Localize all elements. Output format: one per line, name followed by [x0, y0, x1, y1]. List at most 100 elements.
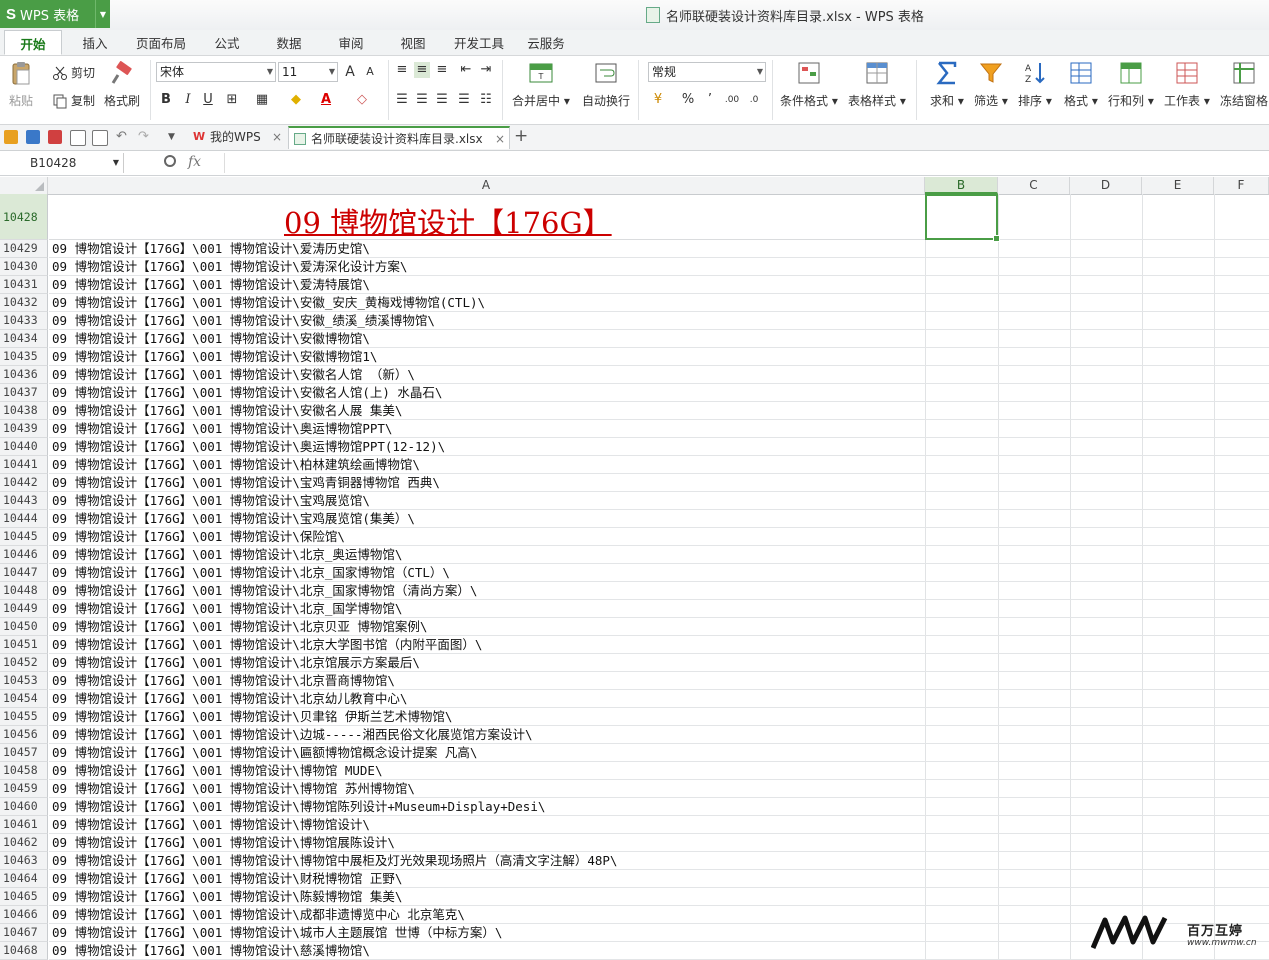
- tab-spreadsheet-document[interactable]: 名师联硬装设计资料库目录.xlsx ×: [288, 126, 510, 149]
- print-icon[interactable]: [70, 130, 86, 146]
- decrease-indent-icon[interactable]: ⇤: [458, 62, 474, 78]
- clear-format-icon[interactable]: ◇: [354, 92, 370, 108]
- table-row-cell-a[interactable]: 09 博物馆设计【176G】\001 博物馆设计\城市人主题展馆 世博（中标方案…: [49, 924, 925, 942]
- row-header[interactable]: 10431: [0, 276, 48, 294]
- row-header[interactable]: 10465: [0, 888, 48, 906]
- row-header[interactable]: 10446: [0, 546, 48, 564]
- redo-icon[interactable]: ↷: [138, 130, 152, 144]
- bold-button[interactable]: B: [158, 92, 174, 108]
- table-row-cell-a[interactable]: 09 博物馆设计【176G】\001 博物馆设计\博物馆陈列设计+Museum+…: [49, 798, 925, 816]
- table-row-cell-a[interactable]: 09 博物馆设计【176G】\001 博物馆设计\宝鸡展览馆\: [49, 492, 925, 510]
- save-icon[interactable]: [26, 130, 40, 144]
- table-row-cell-a[interactable]: 09 博物馆设计【176G】\001 博物馆设计\柏林建筑绘画博物馆\: [49, 456, 925, 474]
- table-row-cell-a[interactable]: 09 博物馆设计【176G】\001 博物馆设计\安徽博物馆\: [49, 330, 925, 348]
- row-header[interactable]: 10439: [0, 420, 48, 438]
- title-cell[interactable]: 09 博物馆设计【176G】: [49, 194, 925, 240]
- table-row-cell-a[interactable]: 09 博物馆设计【176G】\001 博物馆设计\奥运博物馆PPT\: [49, 420, 925, 438]
- row-header[interactable]: 10441: [0, 456, 48, 474]
- align-bottom-icon[interactable]: ≡: [434, 62, 450, 78]
- increase-font-icon[interactable]: A: [342, 64, 358, 80]
- table-row-cell-a[interactable]: 09 博物馆设计【176G】\001 博物馆设计\安徽_安庆_黄梅戏博物馆(CT…: [49, 294, 925, 312]
- copy-button[interactable]: 复制: [52, 92, 95, 109]
- align-right-icon[interactable]: ☰: [434, 92, 450, 108]
- format-painter-button[interactable]: 格式刷: [104, 60, 140, 109]
- conditional-format-button[interactable]: 条件格式 ▾: [780, 60, 838, 109]
- row-header[interactable]: 10467: [0, 924, 48, 942]
- new-tab-button[interactable]: +: [514, 126, 528, 146]
- increase-indent-icon[interactable]: ⇥: [478, 62, 494, 78]
- underline-button[interactable]: U: [200, 92, 216, 108]
- row-header[interactable]: 10459: [0, 780, 48, 798]
- align-left-icon[interactable]: ☰: [394, 92, 410, 108]
- chevron-down-icon[interactable]: ▼: [168, 130, 182, 144]
- row-header[interactable]: 10448: [0, 582, 48, 600]
- tab-view[interactable]: 视图: [390, 30, 436, 55]
- row-header[interactable]: 10438: [0, 402, 48, 420]
- table-row-cell-a[interactable]: 09 博物馆设计【176G】\001 博物馆设计\安徽名人馆(上) 水晶石\: [49, 384, 925, 402]
- worksheet-button[interactable]: 工作表 ▾: [1164, 60, 1210, 109]
- table-row-cell-a[interactable]: 09 博物馆设计【176G】\001 博物馆设计\边城-----湘西民俗文化展览…: [49, 726, 925, 744]
- undo-icon[interactable]: ↶: [116, 130, 130, 144]
- align-top-icon[interactable]: ≡: [394, 62, 410, 78]
- table-row-cell-a[interactable]: 09 博物馆设计【176G】\001 博物馆设计\博物馆中展柜及灯光效果现场照片…: [49, 852, 925, 870]
- row-header[interactable]: 10454: [0, 690, 48, 708]
- formula-input[interactable]: [224, 153, 1269, 173]
- currency-icon[interactable]: ¥: [650, 92, 666, 108]
- distributed-align-icon[interactable]: ☷: [478, 92, 494, 108]
- table-row-cell-a[interactable]: 09 博物馆设计【176G】\001 博物馆设计\北京贝亚 博物馆案例\: [49, 618, 925, 636]
- row-header[interactable]: 10437: [0, 384, 48, 402]
- row-header[interactable]: 10444: [0, 510, 48, 528]
- table-row-cell-a[interactable]: 09 博物馆设计【176G】\001 博物馆设计\北京_国学博物馆\: [49, 600, 925, 618]
- table-row-cell-a[interactable]: 09 博物馆设计【176G】\001 博物馆设计\宝鸡展览馆(集美）\: [49, 510, 925, 528]
- row-header[interactable]: 10466: [0, 906, 48, 924]
- table-row-cell-a[interactable]: 09 博物馆设计【176G】\001 博物馆设计\北京_奥运博物馆\: [49, 546, 925, 564]
- table-row-cell-a[interactable]: 09 博物馆设计【176G】\001 博物馆设计\爱涛特展馆\: [49, 276, 925, 294]
- row-header[interactable]: 10449: [0, 600, 48, 618]
- column-header-e[interactable]: E: [1142, 177, 1214, 194]
- table-row-cell-a[interactable]: 09 博物馆设计【176G】\001 博物馆设计\安徽名人馆 （新）\: [49, 366, 925, 384]
- row-header[interactable]: 10451: [0, 636, 48, 654]
- wrap-text-button[interactable]: 自动换行: [582, 60, 630, 109]
- tab-review[interactable]: 审阅: [328, 30, 374, 55]
- fill-pattern-icon[interactable]: ▦: [254, 92, 270, 108]
- decrease-decimal-icon[interactable]: .0: [746, 92, 762, 108]
- cut-button[interactable]: 剪切: [52, 64, 95, 81]
- tab-home[interactable]: 开始: [4, 30, 62, 55]
- comma-style-button[interactable]: ’: [702, 92, 718, 108]
- column-header-a[interactable]: A: [48, 177, 925, 194]
- name-box[interactable]: B10428 ▼: [0, 153, 124, 173]
- table-row-cell-a[interactable]: 09 博物馆设计【176G】\001 博物馆设计\博物馆展陈设计\: [49, 834, 925, 852]
- tab-data[interactable]: 数据: [266, 30, 312, 55]
- rows-columns-button[interactable]: 行和列 ▾: [1108, 60, 1154, 109]
- export-pdf-icon[interactable]: [48, 130, 62, 144]
- row-header[interactable]: 10464: [0, 870, 48, 888]
- tab-formulas[interactable]: 公式: [204, 30, 250, 55]
- row-header[interactable]: 10440: [0, 438, 48, 456]
- zoom-icon[interactable]: [164, 155, 176, 167]
- font-size-select[interactable]: 11 ▼: [278, 62, 338, 82]
- table-row-cell-a[interactable]: 09 博物馆设计【176G】\001 博物馆设计\博物馆设计\: [49, 816, 925, 834]
- borders-icon[interactable]: ⊞: [224, 92, 240, 108]
- increase-decimal-icon[interactable]: .00: [724, 92, 740, 108]
- row-header[interactable]: 10450: [0, 618, 48, 636]
- insert-function-button[interactable]: fx: [188, 154, 201, 170]
- number-format-select[interactable]: 常规 ▼: [648, 62, 766, 82]
- table-row-cell-a[interactable]: 09 博物馆设计【176G】\001 博物馆设计\北京晋商博物馆\: [49, 672, 925, 690]
- table-row-cell-a[interactable]: 09 博物馆设计【176G】\001 博物馆设计\安徽名人展 集美\: [49, 402, 925, 420]
- tab-developer[interactable]: 开发工具: [448, 30, 510, 55]
- column-header-b[interactable]: B: [925, 177, 998, 194]
- row-header[interactable]: 10468: [0, 942, 48, 960]
- table-row-cell-a[interactable]: 09 博物馆设计【176G】\001 博物馆设计\北京馆展示方案最后\: [49, 654, 925, 672]
- row-header[interactable]: 10432: [0, 294, 48, 312]
- row-header[interactable]: 10461: [0, 816, 48, 834]
- table-row-cell-a[interactable]: 09 博物馆设计【176G】\001 博物馆设计\奥运博物馆PPT(12-12)…: [49, 438, 925, 456]
- select-all-button[interactable]: [0, 177, 48, 194]
- table-row-cell-a[interactable]: 09 博物馆设计【176G】\001 博物馆设计\北京_国家博物馆（CTL）\: [49, 564, 925, 582]
- close-icon[interactable]: ×: [272, 126, 282, 149]
- table-row-cell-a[interactable]: 09 博物馆设计【176G】\001 博物馆设计\爱涛深化设计方案\: [49, 258, 925, 276]
- justify-icon[interactable]: ☰: [456, 92, 472, 108]
- fill-color-icon[interactable]: ◆: [288, 92, 304, 108]
- column-header-f[interactable]: F: [1214, 177, 1269, 194]
- percent-button[interactable]: %: [680, 92, 696, 108]
- tab-cloud-service[interactable]: 云服务: [520, 30, 572, 55]
